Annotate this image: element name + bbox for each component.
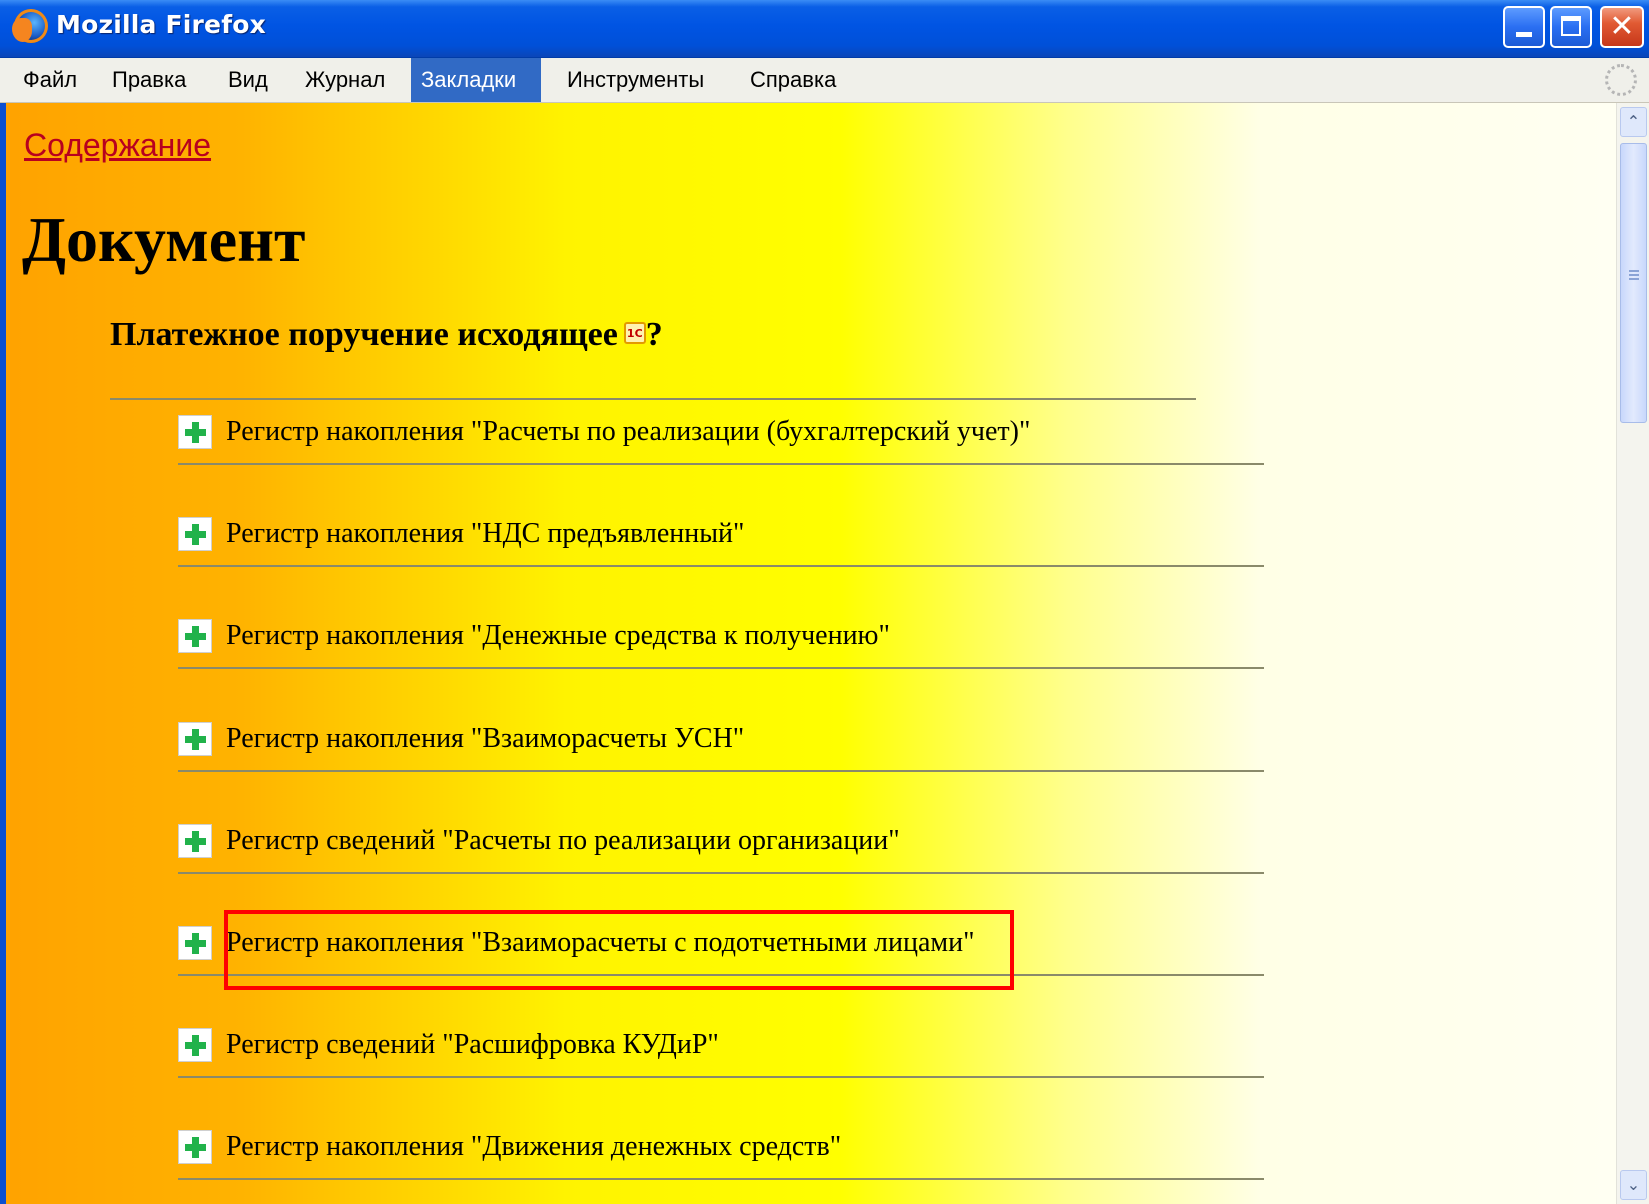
maximize-button[interactable] <box>1550 6 1592 48</box>
divider <box>178 1178 1264 1180</box>
scroll-up-button[interactable]: ⌃ <box>1620 107 1647 137</box>
register-label: Регистр накопления "Движения денежных ср… <box>226 1131 842 1162</box>
page-subtitle: Платежное поручение исходящее 1С? <box>110 316 663 354</box>
menu-help[interactable]: Справка <box>740 58 846 102</box>
page-title: Документ <box>22 204 306 275</box>
expand-plus-icon[interactable] <box>178 415 212 449</box>
help-icon[interactable]: ? <box>646 316 663 353</box>
close-button[interactable]: ✕ <box>1600 6 1644 48</box>
register-label: Регистр накопления "Денежные средства к … <box>226 620 890 651</box>
register-item[interactable]: Регистр сведений "Расшифровка КУДиР" <box>178 1026 1264 1128</box>
onec-icon[interactable]: 1С <box>623 322 646 344</box>
register-label: Регистр накопления "Расчеты по реализаци… <box>226 416 1031 447</box>
expand-plus-icon[interactable] <box>178 722 212 756</box>
menu-file[interactable]: Файл <box>13 58 87 102</box>
divider <box>178 1076 1264 1078</box>
register-label: Регистр накопления "НДС предъявленный" <box>226 518 745 549</box>
menu-edit[interactable]: Правка <box>102 58 196 102</box>
register-label: Регистр сведений "Расшифровка КУДиР" <box>226 1029 719 1060</box>
register-item[interactable]: Регистр накопления "Денежные средства к … <box>178 617 1264 719</box>
vertical-scrollbar[interactable]: ⌃ ⌄ <box>1616 103 1649 1204</box>
grip-icon <box>1629 270 1639 282</box>
register-label: Регистр сведений "Расчеты по реализации … <box>226 825 900 856</box>
register-item[interactable]: Регистр накопления "Движения денежных ср… <box>178 1128 1264 1204</box>
toc-link[interactable]: Содержание <box>24 127 211 164</box>
minimize-button[interactable] <box>1503 6 1545 48</box>
divider <box>110 398 1196 400</box>
register-item[interactable]: Регистр накопления "Взаиморасчеты УСН" <box>178 720 1264 822</box>
expand-plus-icon[interactable] <box>178 824 212 858</box>
divider <box>178 463 1264 465</box>
expand-plus-icon[interactable] <box>178 926 212 960</box>
subtitle-text: Платежное поручение исходящее <box>110 316 618 353</box>
divider <box>178 667 1264 669</box>
window-frame-left <box>0 103 6 1204</box>
scroll-down-button[interactable]: ⌄ <box>1620 1170 1647 1200</box>
register-item[interactable]: Регистр сведений "Расчеты по реализации … <box>178 822 1264 924</box>
expand-plus-icon[interactable] <box>178 517 212 551</box>
register-label: Регистр накопления "Взаиморасчеты УСН" <box>226 723 745 754</box>
divider <box>178 770 1264 772</box>
expand-plus-icon[interactable] <box>178 1130 212 1164</box>
register-item[interactable]: Регистр накопления "Расчеты по реализаци… <box>178 413 1264 515</box>
highlight-box <box>224 910 1014 990</box>
expand-plus-icon[interactable] <box>178 1028 212 1062</box>
firefox-logo-icon <box>12 9 48 43</box>
menu-history[interactable]: Журнал <box>295 58 395 102</box>
expand-plus-icon[interactable] <box>178 619 212 653</box>
window-titlebar: Mozilla Firefox ✕ <box>0 0 1649 58</box>
throbber-icon <box>1605 64 1637 96</box>
divider <box>178 565 1264 567</box>
divider <box>178 872 1264 874</box>
menu-bar: Файл Правка Вид Журнал Закладки Инструме… <box>0 58 1649 103</box>
close-icon: ✕ <box>1609 9 1635 44</box>
page-content: Содержание Документ Платежное поручение … <box>0 103 1616 1204</box>
window-title: Mozilla Firefox <box>56 10 266 39</box>
scroll-thumb[interactable] <box>1620 143 1647 423</box>
register-item[interactable]: Регистр накопления "НДС предъявленный" <box>178 515 1264 617</box>
menu-tools[interactable]: Инструменты <box>557 58 714 102</box>
menu-view[interactable]: Вид <box>218 58 278 102</box>
menu-bookmarks[interactable]: Закладки <box>411 58 541 102</box>
